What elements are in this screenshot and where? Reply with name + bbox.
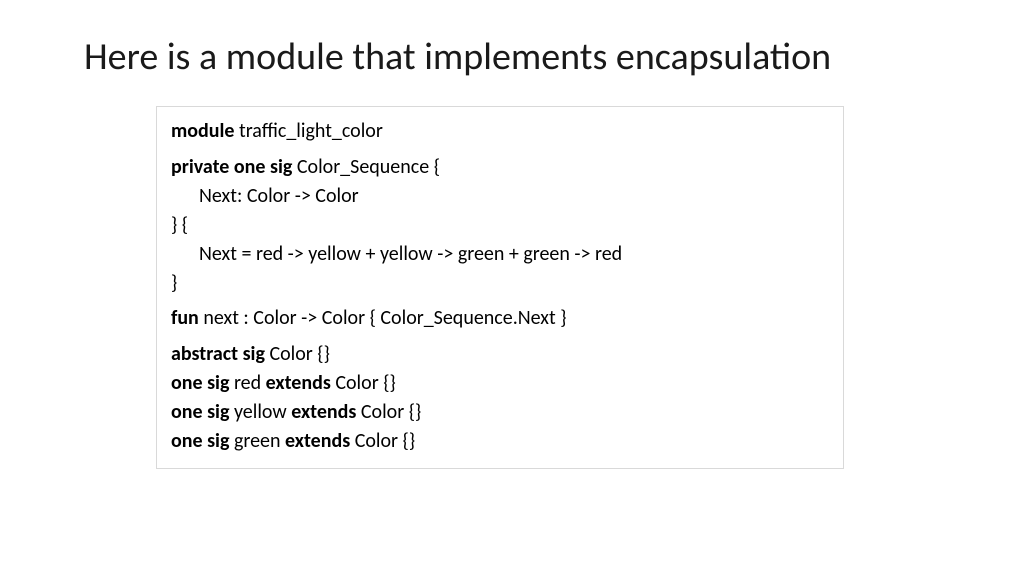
code-text: yellow [229, 400, 291, 424]
code-block: module traffic_light_color private one s… [156, 106, 844, 469]
code-text: } { [171, 213, 188, 237]
code-line: one sig yellow extends Color {} [171, 398, 829, 427]
keyword: extends [285, 429, 350, 453]
code-line: } { [171, 211, 829, 240]
code-line: module traffic_light_color [171, 117, 829, 146]
code-line: private one sig Color_Sequence { [171, 153, 829, 182]
code-line: one sig red extends Color {} [171, 369, 829, 398]
code-text: Color {} [331, 371, 396, 395]
keyword: module [171, 119, 234, 143]
code-line: } [171, 269, 829, 298]
code-line: abstract sig Color {} [171, 340, 829, 369]
code-text: Color {} [356, 400, 421, 424]
code-text: Next = red -> yellow + yellow -> green +… [199, 242, 622, 266]
code-text: traffic_light_color [234, 119, 382, 143]
code-text: green [229, 429, 285, 453]
slide-title: Here is a module that implements encapsu… [84, 34, 940, 80]
keyword: extends [266, 371, 331, 395]
code-text: red [229, 371, 265, 395]
code-line: one sig green extends Color {} [171, 427, 829, 456]
code-text: next : Color -> Color { Color_Sequence.N… [199, 306, 567, 330]
keyword: private one sig [171, 155, 292, 179]
code-line: Next = red -> yellow + yellow -> green +… [171, 240, 829, 269]
code-text: Color {} [265, 342, 330, 366]
code-line: Next: Color -> Color [171, 182, 829, 211]
code-text: Next: Color -> Color [199, 184, 359, 208]
code-text: Color_Sequence { [292, 155, 440, 179]
keyword: one sig [171, 371, 229, 395]
keyword: one sig [171, 429, 229, 453]
code-line: fun next : Color -> Color { Color_Sequen… [171, 304, 829, 333]
keyword: abstract sig [171, 342, 265, 366]
keyword: extends [291, 400, 356, 424]
code-text: } [171, 271, 177, 295]
code-text: Color {} [350, 429, 415, 453]
slide: Here is a module that implements encapsu… [0, 0, 1024, 469]
keyword: fun [171, 306, 199, 330]
keyword: one sig [171, 400, 229, 424]
